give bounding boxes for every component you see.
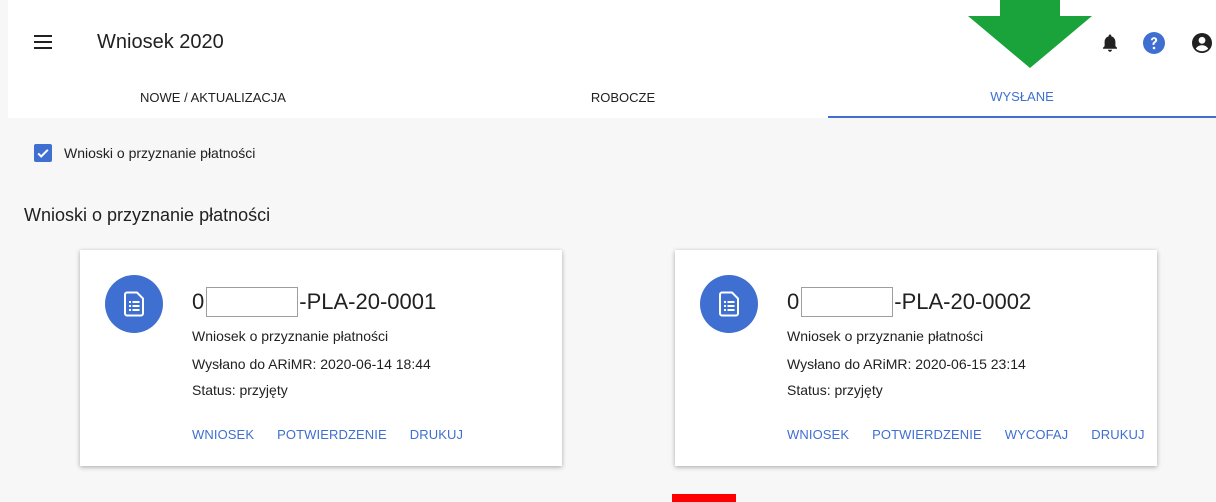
card-sent-date: Wysłano do ARiMR: 2020-06-15 23:14 <box>787 356 1026 372</box>
card-sent-date: Wysłano do ARiMR: 2020-06-14 18:44 <box>192 356 431 372</box>
checkmark-icon <box>37 149 49 158</box>
hamburger-menu-button[interactable] <box>30 30 58 54</box>
document-list-icon <box>124 291 144 317</box>
card-id-suffix: -PLA-20-0002 <box>894 289 1032 314</box>
card-avatar <box>700 275 758 333</box>
card-id-prefix: 0 <box>192 289 205 314</box>
print-link[interactable]: DRUKUJ <box>1091 427 1144 442</box>
tab-new-update[interactable]: NOWE / AKTUALIZACJA <box>8 76 418 118</box>
help-icon <box>1143 32 1165 54</box>
document-list-icon <box>719 291 739 317</box>
filter-checkbox-row[interactable]: Wnioski o przyznanie płatności <box>34 144 255 162</box>
card-actions: WNIOSEK POTWIERDZENIE DRUKUJ <box>192 427 486 442</box>
withdraw-link[interactable]: WYCOFAJ <box>1005 427 1069 442</box>
card-actions: WNIOSEK POTWIERDZENIE WYCOFAJ DRUKUJ <box>787 427 1168 442</box>
card-type: Wniosek o przyznanie płatności <box>787 328 984 344</box>
redacted-field <box>206 287 299 317</box>
help-button[interactable] <box>1141 30 1167 56</box>
card-avatar <box>105 275 163 333</box>
card-title: 0 -PLA-20-0001 <box>192 287 436 317</box>
card-status: Status: przyjęty <box>192 382 288 398</box>
card-status: Status: przyjęty <box>787 382 883 398</box>
card-title: 0 -PLA-20-0002 <box>787 287 1031 317</box>
application-card: 0 -PLA-20-0001 Wniosek o przyznanie płat… <box>80 250 562 466</box>
hamburger-menu-icon <box>34 35 52 49</box>
filter-checkbox[interactable] <box>34 144 52 162</box>
tab-sent[interactable]: WYSŁANE <box>828 76 1216 118</box>
tab-bar: NOWE / AKTUALIZACJA ROBOCZE WYSŁANE <box>8 76 1216 118</box>
tab-label: ROBOCZE <box>590 89 656 105</box>
confirmation-link[interactable]: POTWIERDZENIE <box>872 427 982 442</box>
application-card: 0 -PLA-20-0002 Wniosek o przyznanie płat… <box>675 250 1157 466</box>
tab-label: NOWE / AKTUALIZACJA <box>140 89 286 105</box>
redacted-field <box>801 287 894 317</box>
confirmation-link[interactable]: POTWIERDZENIE <box>277 427 387 442</box>
account-circle-icon <box>1192 33 1212 53</box>
filter-label: Wnioski o przyznanie płatności <box>64 145 256 161</box>
print-link[interactable]: DRUKUJ <box>410 427 463 442</box>
app-title: Wniosek 2020 <box>97 31 224 53</box>
application-link[interactable]: WNIOSEK <box>192 427 254 442</box>
account-button[interactable] <box>1189 30 1215 56</box>
bell-icon <box>1103 34 1117 52</box>
annotation-marker <box>672 494 736 502</box>
section-title: Wnioski o przyznanie płatności <box>24 205 271 225</box>
card-id-suffix: -PLA-20-0001 <box>299 289 437 314</box>
notifications-button[interactable] <box>1097 30 1123 56</box>
card-type: Wniosek o przyznanie płatności <box>192 328 389 344</box>
tab-drafts[interactable]: ROBOCZE <box>418 76 828 118</box>
annotation-arrow <box>968 0 1092 68</box>
card-id-prefix: 0 <box>787 289 800 314</box>
application-link[interactable]: WNIOSEK <box>787 427 849 442</box>
tab-label: WYSŁANE <box>990 88 1054 104</box>
